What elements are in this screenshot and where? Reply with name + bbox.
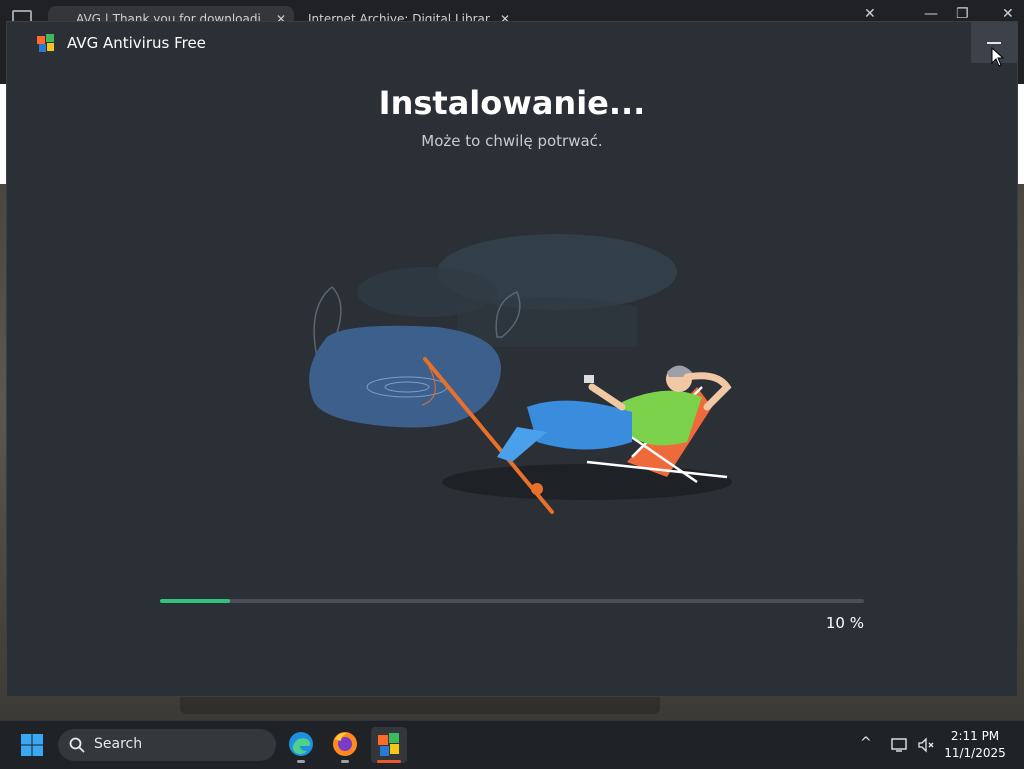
taskbar-firefox[interactable] <box>327 727 363 763</box>
active-indicator <box>377 760 401 763</box>
installer-window: AVG Antivirus Free Instalowanie... Może … <box>7 22 1017 696</box>
fishing-illustration <box>309 234 732 514</box>
minimize-icon <box>987 42 1001 44</box>
close-icon[interactable]: ✕ <box>1002 6 1014 22</box>
active-indicator <box>341 760 349 763</box>
network-icon[interactable] <box>891 737 909 753</box>
progress-bar <box>160 599 864 603</box>
taskbar-search[interactable]: Search <box>58 729 276 761</box>
progress-bar-fill <box>160 599 231 603</box>
volume-muted-icon[interactable] <box>917 737 935 753</box>
chevron-up-icon[interactable]: ^ <box>860 735 872 751</box>
install-heading: Instalowanie... <box>378 84 646 122</box>
install-subheading: Może to chwilę potrwać. <box>421 132 603 150</box>
installer-title: AVG Antivirus Free <box>67 34 206 52</box>
installer-titlebar[interactable]: AVG Antivirus Free <box>7 22 1017 67</box>
avg-icon <box>378 733 399 756</box>
taskbar-avg[interactable] <box>371 727 407 763</box>
windows-start-icon[interactable] <box>20 733 44 757</box>
firefox-icon <box>333 732 357 756</box>
mouse-cursor-icon <box>991 47 1005 67</box>
restore-icon[interactable]: ❐ <box>956 6 969 22</box>
search-label: Search <box>94 736 143 752</box>
minimize-icon[interactable]: — <box>924 6 938 22</box>
active-indicator <box>297 760 305 763</box>
taskbar-edge[interactable] <box>283 727 319 763</box>
search-icon <box>69 737 85 753</box>
avg-logo-icon <box>37 34 54 52</box>
clock-time[interactable]: 2:11 PM <box>940 729 1010 743</box>
close-icon[interactable]: ✕ <box>864 6 876 22</box>
clock-date[interactable]: 11/1/2025 <box>940 746 1010 760</box>
minimize-button[interactable] <box>971 22 1017 67</box>
taskbar: Search ^ 2:11 PM 11/1/2025 <box>0 720 1024 769</box>
edge-icon <box>289 732 313 756</box>
progress-percent-label: 10 % <box>825 614 864 632</box>
